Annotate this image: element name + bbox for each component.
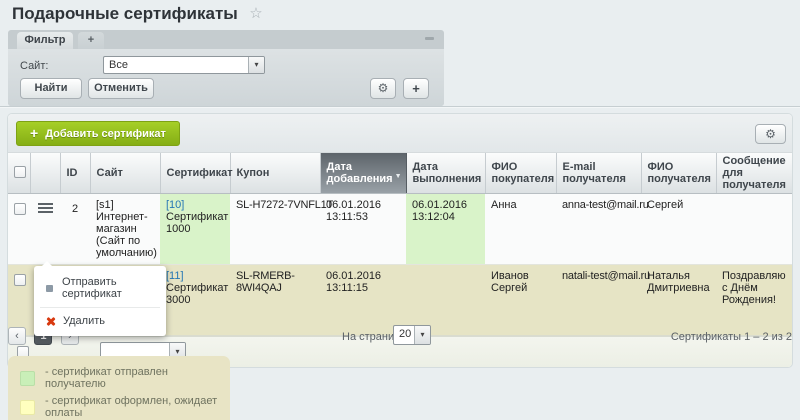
- per-page-select[interactable]: 20 ▾: [393, 325, 431, 345]
- header-site[interactable]: Сайт: [90, 153, 160, 194]
- header-id[interactable]: ID: [60, 153, 90, 194]
- cell-buyer: Анна: [485, 194, 556, 265]
- page-header: Подарочные сертификаты ☆: [12, 4, 263, 24]
- cell-message: Поздравляю с Днём Рождения!: [716, 265, 792, 336]
- menu-item-delete[interactable]: Удалить: [34, 312, 166, 330]
- cell-email: natali-test@mail.ru: [556, 265, 641, 336]
- header-coupon[interactable]: Купон: [230, 153, 320, 194]
- cell-date-done: 06.01.2016 13:12:04: [406, 194, 485, 265]
- tab-filter[interactable]: Фильтр: [17, 32, 73, 49]
- page-title: Подарочные сертификаты: [12, 4, 238, 23]
- add-filter-tab[interactable]: +: [78, 32, 104, 49]
- chevron-down-icon: ▾: [414, 326, 430, 344]
- certificate-name: Сертификат 1000: [166, 211, 228, 235]
- header-menu-cell: [30, 153, 60, 194]
- filter-add-field-button[interactable]: +: [403, 78, 429, 99]
- find-button[interactable]: Найти: [20, 78, 82, 99]
- row-checkbox[interactable]: [14, 203, 26, 215]
- chevron-down-icon: ▾: [248, 57, 264, 73]
- add-certificate-label: Добавить сертификат: [45, 128, 166, 140]
- cell-certificate: [10] Сертификат 1000: [160, 194, 230, 265]
- cell-certificate: [11] Сертификат 3000: [160, 265, 230, 336]
- header-buyer[interactable]: ФИО покупателя: [485, 153, 556, 194]
- legend-sent-label: - сертификат отправлен получателю: [45, 366, 218, 390]
- cell-message: [716, 194, 792, 265]
- header-checkbox-cell: [8, 153, 30, 194]
- menu-separator: [40, 307, 160, 308]
- row-menu-cell: [30, 194, 60, 265]
- certificate-link[interactable]: [10]: [166, 199, 184, 211]
- header-certificate[interactable]: Сертификат: [160, 153, 230, 194]
- cell-recipient: Сергей: [641, 194, 716, 265]
- header-date-added-label: Дата добавления: [327, 161, 393, 185]
- legend-pending-label: - сертификат оформлен, ожидает оплаты: [45, 395, 218, 419]
- legend-item-sent: - сертификат отправлен получателю: [20, 366, 218, 390]
- table-header-row: ID Сайт Сертификат Купон Дата добавления…: [8, 153, 792, 194]
- filter-body: Сайт: Все ▾ Найти Отменить ⚙ +: [8, 49, 444, 106]
- header-date-done[interactable]: Дата выполнения: [406, 153, 485, 194]
- header-message[interactable]: Сообщение для получателя: [716, 153, 792, 194]
- menu-item-label: Отправить сертификат: [62, 276, 158, 300]
- cell-id: 2: [60, 194, 90, 265]
- admin-page: Подарочные сертификаты ☆ Фильтр + Сайт: …: [0, 0, 800, 420]
- delete-x-icon: [46, 316, 56, 326]
- row-checkbox-cell: [8, 265, 30, 336]
- filter-tabstrip: Фильтр +: [8, 30, 444, 49]
- sort-desc-icon: ▼: [395, 171, 402, 183]
- prev-page-button[interactable]: ‹: [8, 327, 26, 345]
- certificate-name: Сертификат 3000: [166, 282, 228, 306]
- collapse-filter-icon[interactable]: [425, 37, 434, 40]
- row-checkbox[interactable]: [14, 274, 26, 286]
- cell-email: anna-test@mail.ru: [556, 194, 641, 265]
- plus-icon: +: [412, 81, 420, 96]
- filter-settings-button[interactable]: ⚙: [370, 78, 396, 99]
- records-summary: Сертификаты 1 – 2 из 2: [671, 331, 792, 343]
- favorite-star-icon[interactable]: ☆: [249, 5, 262, 22]
- legend-item-pending: - сертификат оформлен, ожидает оплаты: [20, 395, 218, 419]
- header-recipient[interactable]: ФИО получателя: [641, 153, 716, 194]
- gear-icon: ⚙: [378, 81, 389, 95]
- row-context-menu: Отправить сертификат Удалить: [34, 266, 166, 336]
- cell-buyer: Иванов Сергей: [485, 265, 556, 336]
- select-all-checkbox[interactable]: [14, 166, 26, 178]
- site-filter-value: Все: [104, 57, 248, 73]
- row-menu-icon[interactable]: [38, 203, 53, 213]
- grid-toolbar: + Добавить сертификат ⚙: [8, 114, 792, 153]
- cancel-button[interactable]: Отменить: [88, 78, 154, 99]
- site-filter-label: Сайт:: [20, 60, 48, 72]
- cell-date-added: 06.01.2016 13:11:53: [320, 194, 406, 265]
- send-certificate-icon: [46, 285, 53, 292]
- plus-icon: +: [30, 125, 38, 141]
- cell-recipient: Наталья Дмитриевна: [641, 265, 716, 336]
- header-date-added[interactable]: Дата добавления▼: [320, 153, 406, 194]
- menu-item-label: Удалить: [63, 315, 105, 327]
- grid-settings-button[interactable]: ⚙: [755, 124, 786, 144]
- add-certificate-button[interactable]: + Добавить сертификат: [16, 121, 180, 146]
- row-checkbox-cell: [8, 194, 30, 265]
- sent-status-swatch: [20, 371, 35, 386]
- section-divider: [0, 106, 800, 108]
- status-legend: - сертификат отправлен получателю - серт…: [8, 356, 230, 420]
- table-row: 2 [s1] Интернет-магазин (Сайт по умолчан…: [8, 194, 792, 265]
- per-page-value: 20: [394, 326, 414, 344]
- menu-item-send-certificate[interactable]: Отправить сертификат: [34, 273, 166, 303]
- filter-panel: Фильтр + Сайт: Все ▾ Найти Отменить ⚙ +: [8, 30, 444, 106]
- pending-status-swatch: [20, 400, 35, 415]
- gear-icon: ⚙: [765, 127, 776, 141]
- cell-coupon: SL-H7272-7VNFL1T: [230, 194, 320, 265]
- site-filter-select[interactable]: Все ▾: [103, 56, 265, 74]
- cell-coupon: SL-RMERB-8WI4QAJ: [230, 265, 320, 336]
- cell-site: [s1] Интернет-магазин (Сайт по умолчанию…: [90, 194, 160, 265]
- certificate-link[interactable]: [11]: [166, 270, 184, 282]
- header-email[interactable]: E-mail получателя: [556, 153, 641, 194]
